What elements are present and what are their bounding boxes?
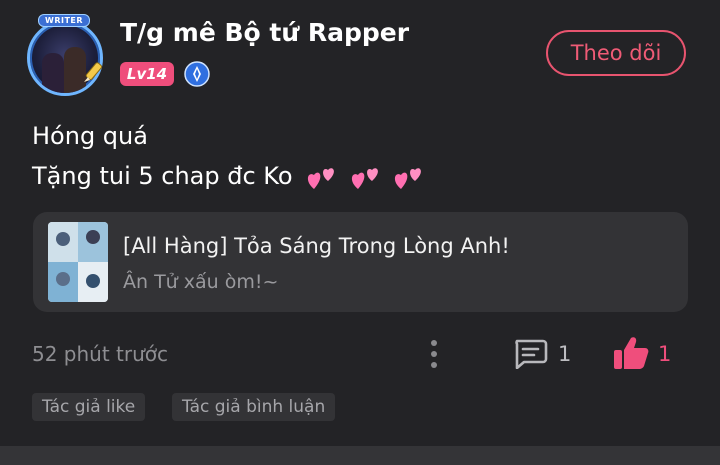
level-badge: Lv14 [120,62,174,86]
follow-button[interactable]: Theo dõi [546,30,686,76]
writer-badge: WRITER [38,14,91,27]
comment-icon[interactable] [512,337,548,369]
pen-icon [84,62,103,82]
comment-count: 1 [558,342,572,366]
like-icon[interactable] [612,335,650,371]
post-line-2: Tặng tui 5 chap đc Ko [32,156,429,197]
post-line-2-text: Tặng tui 5 chap đc Ko [32,162,293,190]
comment-card: WRITER T/g mê Bộ tứ Rapper Lv14 Theo dõi… [0,0,720,465]
two-hearts-icon [308,168,335,189]
post-line-1: Hóng quá [32,122,148,150]
username[interactable]: T/g mê Bộ tứ Rapper [120,18,409,47]
linked-comic-card[interactable]: [All Hàng] Tỏa Sáng Trong Lòng Anh! Ân T… [33,212,688,312]
avatar[interactable]: WRITER [22,14,110,96]
comic-subtitle: Ân Tử xấu òm!~ [123,271,279,293]
tag-author-like: Tác giả like [32,393,146,421]
timestamp: 52 phút trước [32,342,169,366]
post-content: Hóng quá Tặng tui 5 chap đc Ko [32,116,429,197]
tag-author-comment: Tác giả bình luận [172,393,336,421]
comic-thumbnail [48,222,108,302]
next-item-edge [0,446,720,465]
verified-icon [184,61,210,87]
two-hearts-icon [351,168,378,189]
two-hearts-emoji-group [306,157,429,197]
avatar-figure-left [42,53,64,93]
two-hearts-icon [395,168,422,189]
comic-title: [All Hàng] Tỏa Sáng Trong Lòng Anh! [123,234,510,258]
more-icon[interactable] [422,338,446,370]
like-count: 1 [658,342,672,366]
